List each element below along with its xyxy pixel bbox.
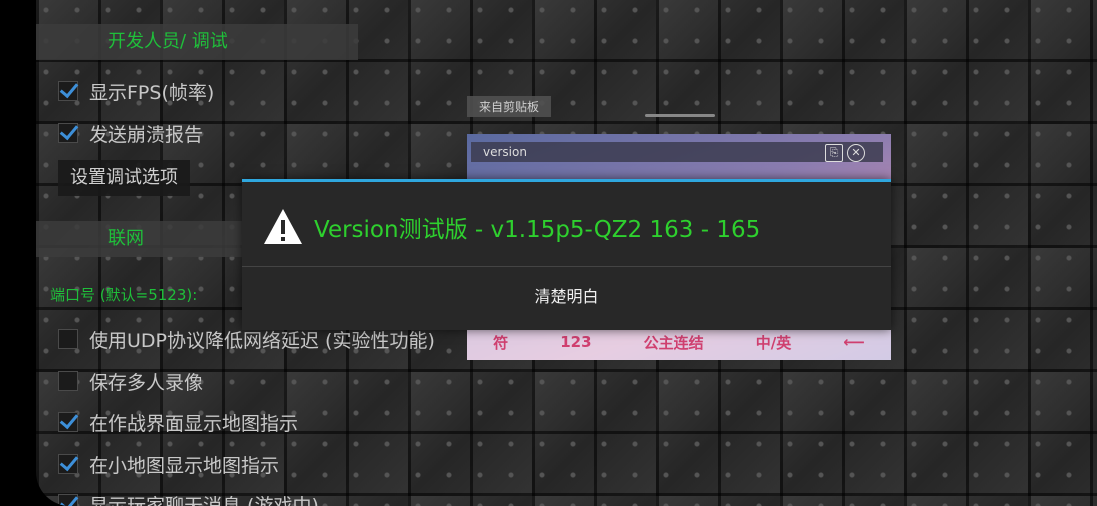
debug-options-button[interactable]: 设置调试选项 bbox=[58, 160, 190, 196]
settings-screen: 开发人员/ 调试 显示FPS(帧率) 发送崩溃报告 设置调试选项 联网 端口号 … bbox=[36, 0, 1097, 506]
chat-label: 显示玩家聊天消息 (游戏中) bbox=[89, 494, 319, 506]
clipboard-text[interactable]: version bbox=[471, 142, 883, 162]
send-crash-checkbox[interactable] bbox=[58, 123, 78, 143]
send-crash-label: 发送崩溃报告 bbox=[89, 123, 204, 146]
map-minimap-label: 在小地图显示地图指示 bbox=[89, 454, 280, 477]
lang-key[interactable]: 中/英 bbox=[756, 332, 791, 353]
paste-icon[interactable]: ⎘ bbox=[825, 144, 843, 162]
show-fps-option[interactable]: 显示FPS(帧率) bbox=[58, 75, 214, 107]
map-battle-checkbox[interactable] bbox=[58, 412, 78, 432]
save-multi-checkbox[interactable] bbox=[58, 371, 78, 391]
chat-option[interactable]: 显示玩家聊天消息 (游戏中) bbox=[58, 488, 319, 506]
send-crash-option[interactable]: 发送崩溃报告 bbox=[58, 117, 203, 149]
number-key[interactable]: 123 bbox=[560, 333, 591, 351]
udp-checkbox[interactable] bbox=[58, 329, 78, 349]
show-fps-checkbox[interactable] bbox=[58, 81, 78, 101]
show-fps-label: 显示FPS(帧率) bbox=[89, 81, 215, 104]
port-label: 端口号 (默认=5123): bbox=[50, 286, 198, 304]
save-multi-option[interactable]: 保存多人录像 bbox=[58, 365, 203, 397]
warning-icon bbox=[264, 209, 302, 244]
backspace-icon[interactable]: ⟵ bbox=[843, 333, 865, 351]
clipboard-tag[interactable]: 来自剪贴板 bbox=[467, 96, 552, 117]
map-minimap-checkbox[interactable] bbox=[58, 454, 78, 474]
map-battle-option[interactable]: 在作战界面显示地图指示 bbox=[58, 406, 298, 438]
close-icon[interactable]: ✕ bbox=[847, 144, 865, 162]
symbol-key[interactable]: 符 bbox=[493, 332, 508, 353]
theme-key[interactable]: 公主连结 bbox=[644, 332, 704, 353]
ok-button[interactable]: 清楚明白 bbox=[242, 267, 891, 327]
drag-handle[interactable] bbox=[645, 114, 715, 117]
version-dialog: Version测试版 - v1.15p5-QZ2 163 - 165 清楚明白 bbox=[242, 179, 891, 330]
map-battle-label: 在作战界面显示地图指示 bbox=[89, 412, 299, 435]
dialog-title: Version测试版 - v1.15p5-QZ2 163 - 165 bbox=[314, 217, 761, 243]
save-multi-label: 保存多人录像 bbox=[89, 371, 204, 394]
dialog-title-row: Version测试版 - v1.15p5-QZ2 163 - 165 bbox=[262, 206, 760, 248]
map-minimap-option[interactable]: 在小地图显示地图指示 bbox=[58, 448, 279, 480]
dev-debug-header: 开发人员/ 调试 bbox=[36, 24, 358, 60]
chat-checkbox[interactable] bbox=[58, 494, 78, 506]
